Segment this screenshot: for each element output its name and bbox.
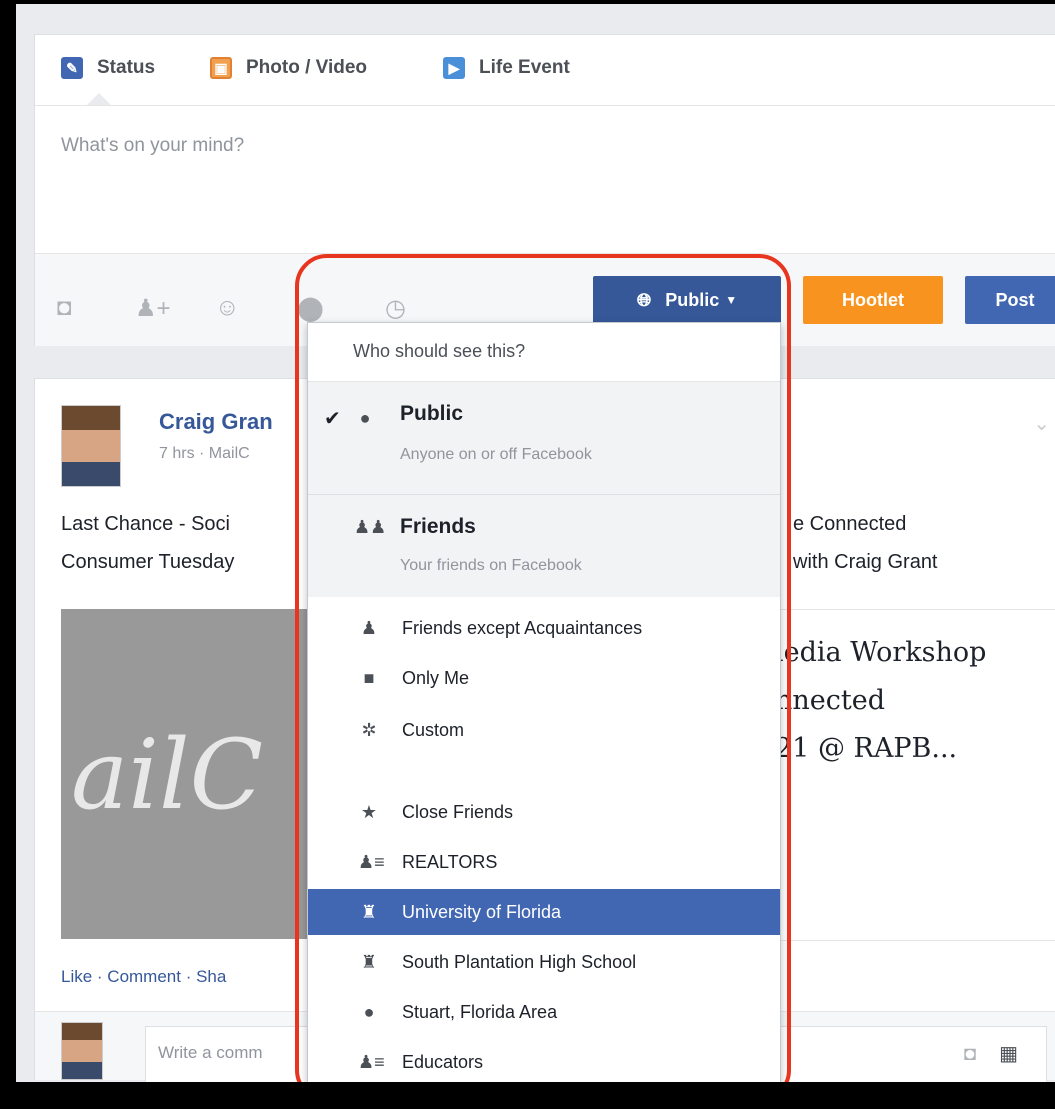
camera-icon[interactable]: ◘	[964, 1043, 976, 1066]
logo-text: ailC	[71, 719, 264, 831]
tab-label: Photo / Video	[246, 57, 368, 78]
tab-label: Status	[97, 57, 156, 78]
post-author[interactable]: Craig Gran	[159, 409, 273, 435]
tab-life-event[interactable]: ▶ Life Event	[443, 57, 570, 79]
avatar	[61, 1022, 103, 1080]
frame-border	[0, 0, 1055, 4]
post-actions[interactable]: Like · Comment · Sha	[61, 967, 226, 987]
post-text-line: e Connected	[793, 513, 907, 535]
frame-border	[0, 0, 16, 1109]
feeling-icon[interactable]: ☺	[215, 294, 240, 322]
tab-photo-video[interactable]: ▣ Photo / Video	[210, 57, 367, 79]
post-text-line: Last Chance - Soci	[61, 513, 230, 535]
annotation-highlight	[295, 254, 791, 1102]
link-title-line: nnected	[775, 685, 885, 716]
comment-placeholder: Write a comm	[158, 1043, 263, 1062]
link-preview-title[interactable]: ledia Workshop nnected 21 @ RAPB...	[775, 629, 986, 773]
post-text-right: e Connected with Craig Grant	[793, 505, 938, 581]
facebook-screenshot: ✎ Status ▣ Photo / Video ▶ Life Event Wh…	[0, 0, 1055, 1109]
post-button[interactable]: Post	[965, 276, 1055, 324]
photo-icon: ▣	[210, 57, 232, 79]
camera-icon[interactable]: ◘	[57, 294, 72, 322]
pencil-icon: ✎	[61, 57, 83, 79]
link-title-line: 21 @ RAPB...	[775, 733, 958, 764]
link-title-line: ledia Workshop	[775, 637, 987, 668]
link-preview-image[interactable]: ailC	[61, 609, 311, 939]
status-input[interactable]: What's on your mind?	[61, 135, 244, 157]
post-text-line: Consumer Tuesday	[61, 551, 235, 573]
flag-icon: ▶	[443, 57, 465, 79]
tab-label: Life Event	[479, 57, 570, 78]
composer-tabs: ✎ Status ▣ Photo / Video ▶ Life Event	[35, 35, 1055, 106]
tab-status[interactable]: ✎ Status	[61, 57, 155, 79]
tag-friends-icon[interactable]: ♟+	[135, 294, 171, 323]
post-text-line: with Craig Grant	[793, 551, 938, 573]
frame-border	[0, 1082, 1055, 1109]
post-text: Last Chance - Soci Consumer Tuesday	[61, 505, 234, 581]
active-tab-indicator	[87, 93, 111, 105]
sticker-icon[interactable]: ▦	[999, 1041, 1018, 1066]
hootlet-button[interactable]: Hootlet	[803, 276, 943, 324]
post-meta: 7 hrs · MailC	[159, 445, 250, 462]
avatar[interactable]	[61, 405, 121, 487]
chevron-down-icon[interactable]: ⌄	[1033, 411, 1050, 436]
